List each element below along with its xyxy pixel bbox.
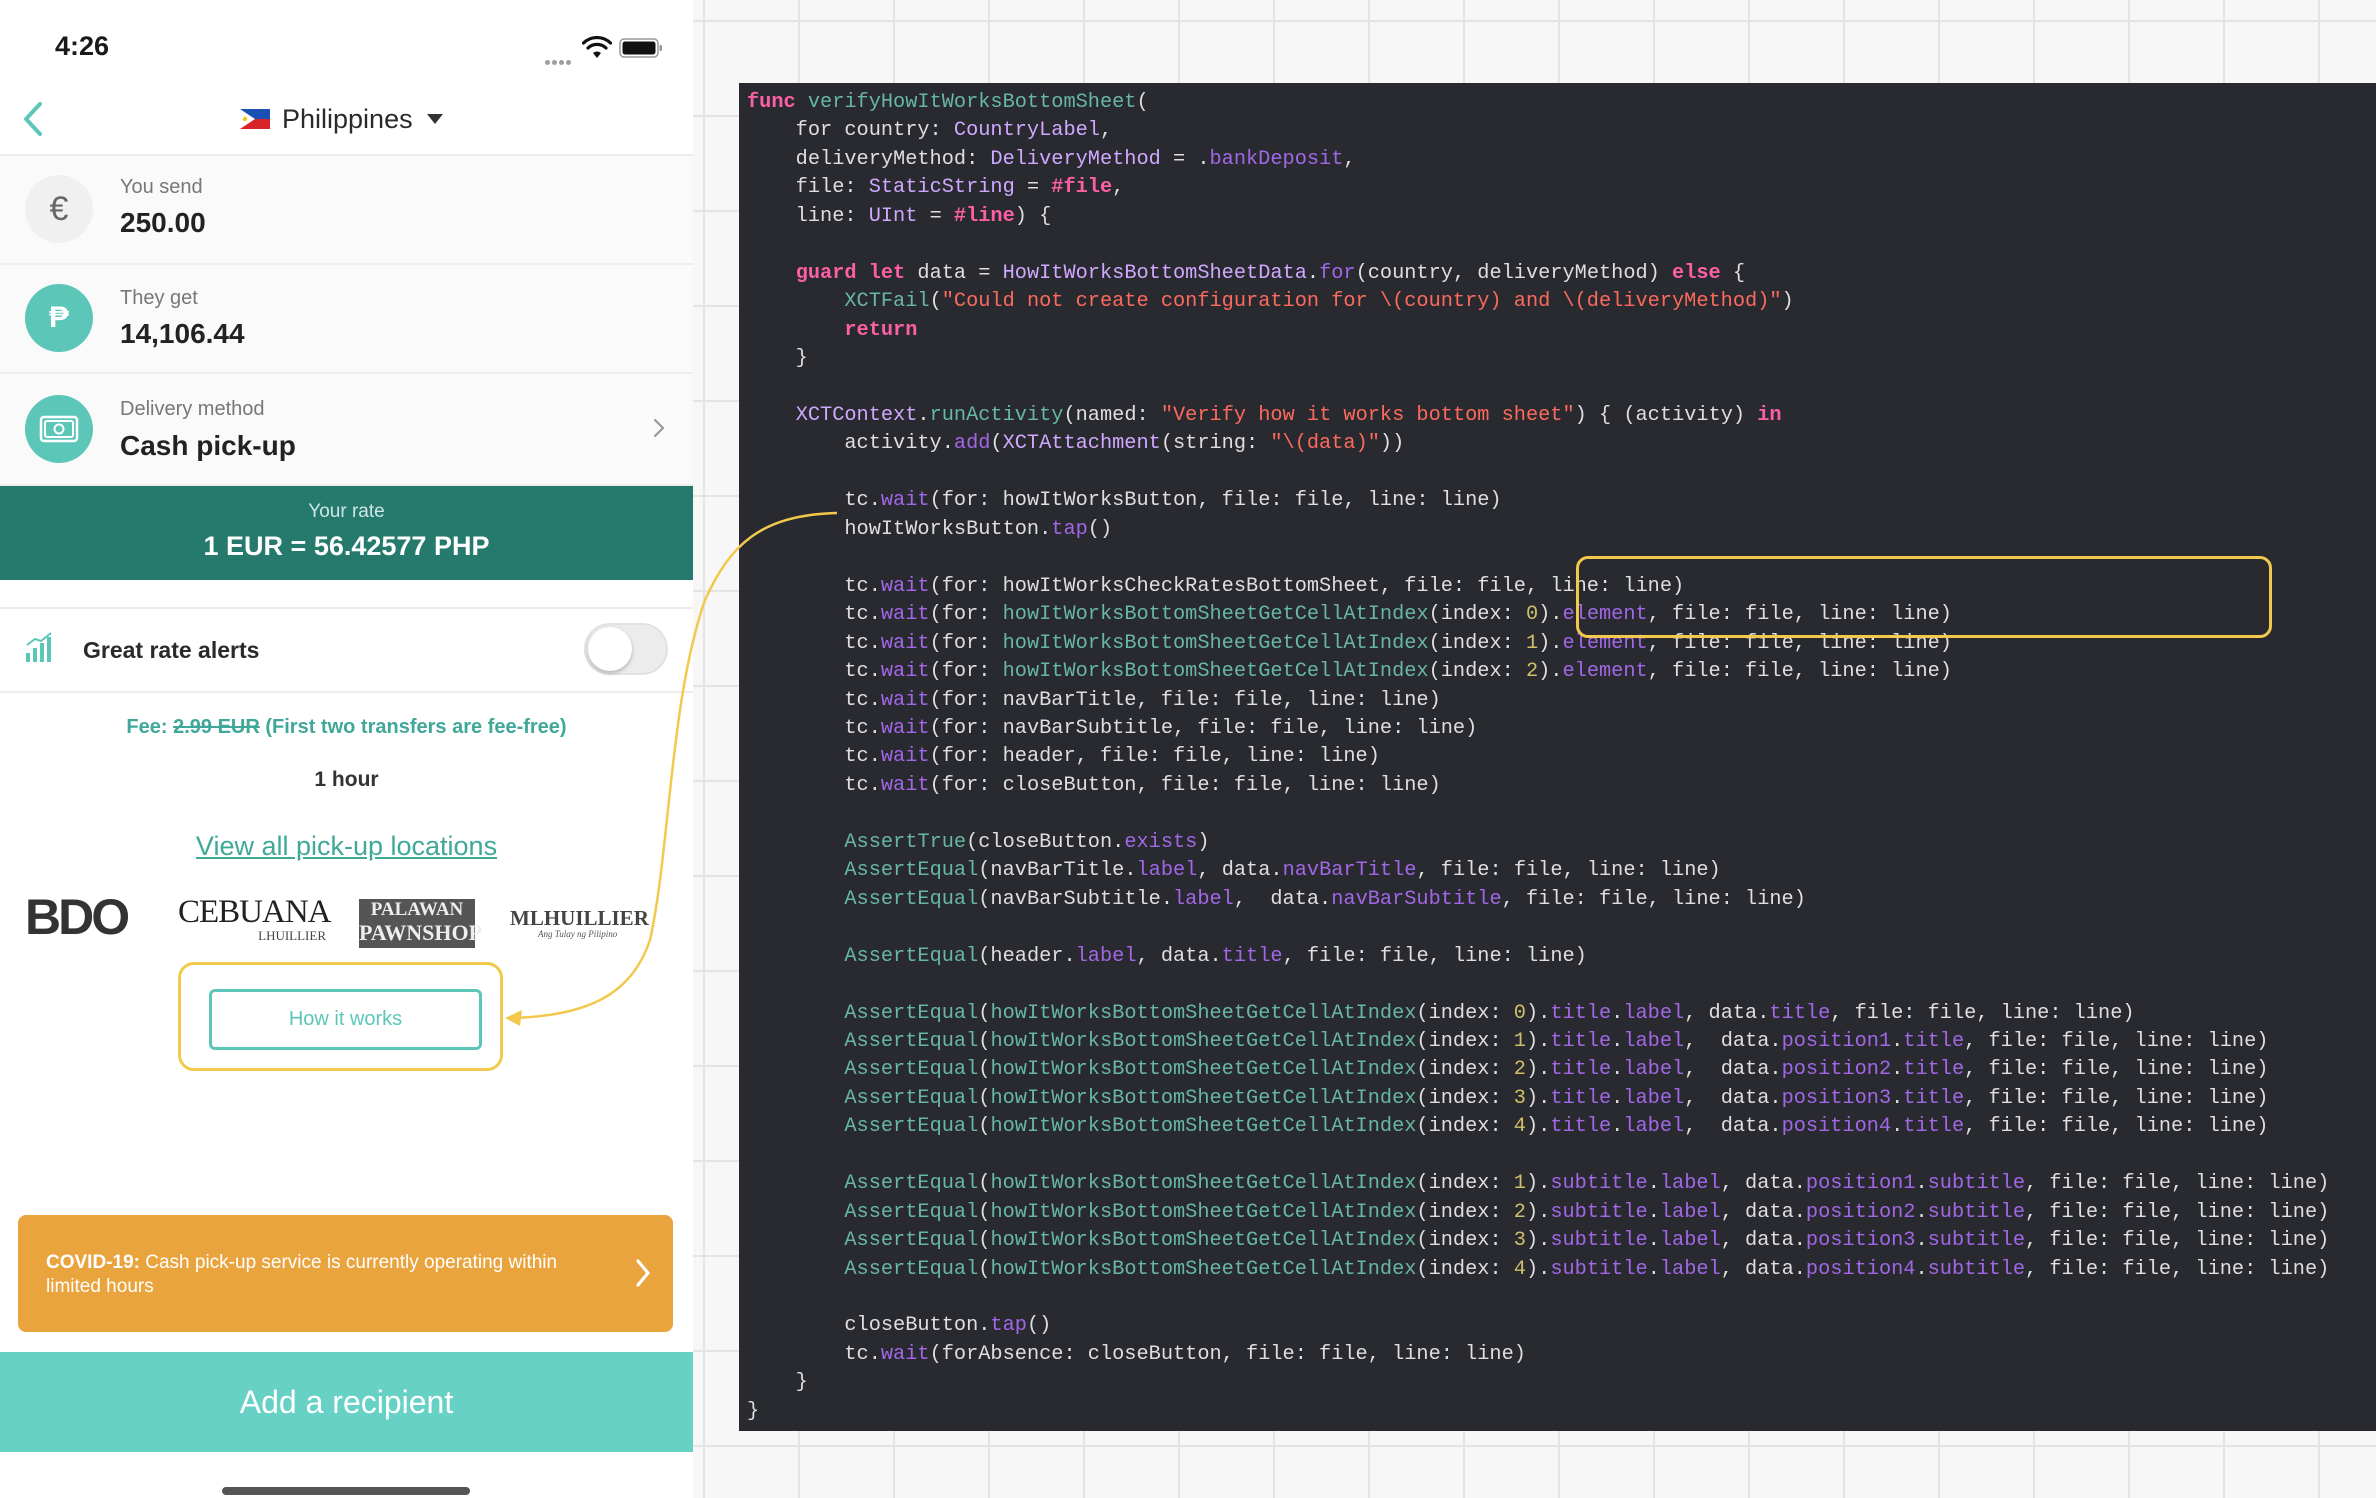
you-send-label: You send bbox=[120, 176, 203, 198]
cebuana-lhuillier-logo: CEBUANA LHUILLIER bbox=[178, 894, 332, 943]
code-line: return bbox=[844, 318, 918, 342]
delivery-method-row[interactable]: Delivery method Cash pick-up bbox=[0, 374, 693, 486]
code-line: tc.wait(for: howItWorksButton, file: fil… bbox=[747, 489, 1502, 513]
code-line: AssertEqual(navBarTitle.label, data.navB… bbox=[844, 859, 1721, 883]
code-line: } bbox=[747, 1371, 808, 1395]
chevron-right-icon bbox=[653, 418, 665, 438]
palawan-pawnshop-logo: PALAWAN PAWNSHOP bbox=[359, 899, 483, 948]
code-line: deliveryMethod: DeliveryMethod = .bankDe… bbox=[747, 147, 1356, 171]
view-locations-link[interactable]: View all pick-up locations bbox=[0, 831, 693, 862]
code-line: howItWorksButton.tap() bbox=[747, 517, 1113, 541]
bdo-logo-text: BDO bbox=[25, 889, 130, 945]
code-line: tc.wait(for: navBarSubtitle, file: file,… bbox=[747, 716, 1478, 740]
code-editor-panel: func verifyHowItWorksBottomSheet( for co… bbox=[739, 83, 2376, 1431]
delivery-method-label: Delivery method bbox=[120, 398, 265, 420]
code-line: tc.wait(forAbsence: closeButton, file: f… bbox=[747, 1342, 1526, 1366]
covid-message: COVID-19: Cash pick-up service is curren… bbox=[46, 1251, 586, 1299]
code-line: tc.wait(for: header, file: file, line: l… bbox=[747, 745, 1380, 769]
chevron-right-icon bbox=[636, 1259, 650, 1287]
back-chevron-icon[interactable] bbox=[18, 98, 48, 140]
cebuana-logo-subtext: LHUILLIER bbox=[258, 928, 326, 943]
rate-alerts-toggle[interactable] bbox=[584, 623, 668, 675]
rate-alerts-row: Great rate alerts bbox=[0, 607, 693, 693]
code-line: for country: CountryLabel, bbox=[747, 119, 1113, 143]
rate-alerts-label: Great rate alerts bbox=[83, 637, 260, 663]
bar-chart-icon bbox=[26, 632, 52, 662]
code-line: AssertEqual(howItWorksBottomSheetGetCell… bbox=[844, 1115, 2269, 1139]
code-line: AssertEqual(howItWorksBottomSheetGetCell… bbox=[844, 1029, 2269, 1053]
code-line: AssertEqual(howItWorksBottomSheetGetCell… bbox=[844, 1257, 2330, 1281]
code-line: AssertTrue(closeButton.exists) bbox=[844, 830, 1210, 854]
code-line: tc.wait(for: howItWorksBottomSheetGetCel… bbox=[747, 660, 1952, 684]
code-line: AssertEqual(howItWorksBottomSheetGetCell… bbox=[844, 1229, 2330, 1253]
code-line: XCTContext.runActivity(named: "Verify ho… bbox=[795, 403, 1782, 427]
they-get-amount[interactable]: 14,106.44 bbox=[120, 318, 245, 350]
phone-screen: 4:26 Philippines € You send 250.00 ₱ The… bbox=[0, 0, 693, 1498]
code-line: guard let data = HowItWorksBottomSheetDa… bbox=[795, 261, 1746, 285]
status-bar: 4:26 bbox=[0, 0, 693, 88]
add-recipient-button[interactable]: Add a recipient bbox=[0, 1352, 693, 1452]
rate-label: Your rate bbox=[308, 501, 385, 522]
euro-icon: € bbox=[25, 175, 93, 243]
code-line: tc.wait(for: navBarTitle, file: file, li… bbox=[747, 688, 1441, 712]
code-line: AssertEqual(howItWorksBottomSheetGetCell… bbox=[844, 1001, 2135, 1025]
code-line: XCTFail("Could not create configuration … bbox=[844, 290, 1794, 314]
cellular-signal-icon bbox=[545, 52, 573, 70]
code-line: AssertEqual(howItWorksBottomSheetGetCell… bbox=[844, 1086, 2269, 1110]
chevron-down-icon bbox=[426, 114, 443, 124]
code-block: func verifyHowItWorksBottomSheet( for co… bbox=[747, 89, 2329, 1426]
fee-prefix: Fee: bbox=[126, 716, 168, 738]
mlhuillier-logo-tagline: Ang Tulay ng Pilipino bbox=[538, 929, 618, 939]
code-line: activity.add(XCTAttachment(string: "\(da… bbox=[747, 432, 1405, 456]
you-send-amount[interactable]: 250.00 bbox=[120, 207, 206, 239]
you-send-row[interactable]: € You send 250.00 bbox=[0, 156, 693, 265]
navigation-bar: Philippines bbox=[0, 88, 693, 156]
covid-banner[interactable]: COVID-19: Cash pick-up service is curren… bbox=[18, 1215, 673, 1332]
philippines-flag-icon bbox=[240, 109, 270, 129]
they-get-row[interactable]: ₱ They get 14,106.44 bbox=[0, 265, 693, 374]
code-line: closeButton.tap() bbox=[747, 1314, 1052, 1338]
mlhuillier-logo: MLHUILLIER Ang Tulay ng Pilipino bbox=[510, 906, 670, 939]
code-line: AssertEqual(header.label, data.title, fi… bbox=[844, 944, 1587, 968]
code-line: line: UInt = #line) { bbox=[747, 204, 1052, 228]
code-line: AssertEqual(howItWorksBottomSheetGetCell… bbox=[844, 1058, 2269, 1082]
fee-info: Fee: 2.99 EUR (First two transfers are f… bbox=[0, 716, 693, 739]
fee-old-amount: 2.99 EUR bbox=[173, 716, 260, 738]
delivery-method-value: Cash pick-up bbox=[120, 430, 296, 461]
how-it-works-button[interactable]: How it works bbox=[209, 989, 482, 1050]
code-line: AssertEqual(howItWorksBottomSheetGetCell… bbox=[844, 1172, 2330, 1196]
delivery-time: 1 hour bbox=[314, 768, 379, 791]
code-line: AssertEqual(navBarSubtitle.label, data.n… bbox=[844, 887, 1806, 911]
code-line: } bbox=[747, 347, 808, 371]
status-time: 4:26 bbox=[55, 31, 110, 61]
toggle-knob bbox=[588, 627, 632, 671]
home-indicator bbox=[222, 1487, 470, 1495]
cash-icon bbox=[25, 395, 93, 463]
they-get-label: They get bbox=[120, 287, 198, 309]
code-line: tc.wait(for: howItWorksCheckRatesBottomS… bbox=[747, 574, 1685, 598]
wifi-icon bbox=[582, 36, 612, 58]
fee-note: (First two transfers are fee-free) bbox=[265, 716, 567, 738]
cebuana-logo-text: CEBUANA bbox=[178, 894, 332, 930]
code-line: file: StaticString = #file, bbox=[747, 176, 1125, 200]
covid-prefix: COVID-19: bbox=[46, 1252, 140, 1273]
code-line: AssertEqual(howItWorksBottomSheetGetCell… bbox=[844, 1200, 2330, 1224]
palawan-logo-subtext: PAWNSHOP bbox=[359, 920, 483, 945]
code-line: func verifyHowItWorksBottomSheet( bbox=[747, 91, 1149, 114]
peso-icon: ₱ bbox=[25, 284, 93, 352]
country-name: Philippines bbox=[282, 103, 413, 134]
bdo-logo: BDO bbox=[25, 888, 130, 946]
exchange-rate-bar: Your rate 1 EUR = 56.42577 PHP bbox=[0, 486, 693, 580]
code-highlight-box bbox=[1576, 556, 2272, 638]
mlhuillier-logo-text: MLHUILLIER bbox=[510, 906, 649, 930]
country-selector[interactable]: Philippines bbox=[240, 98, 443, 140]
code-line: tc.wait(for: closeButton, file: file, li… bbox=[747, 773, 1441, 797]
battery-icon bbox=[619, 38, 662, 58]
palawan-logo-text: PALAWAN bbox=[370, 899, 464, 920]
code-line: } bbox=[747, 1399, 760, 1423]
rate-value: 1 EUR = 56.42577 PHP bbox=[203, 531, 490, 561]
